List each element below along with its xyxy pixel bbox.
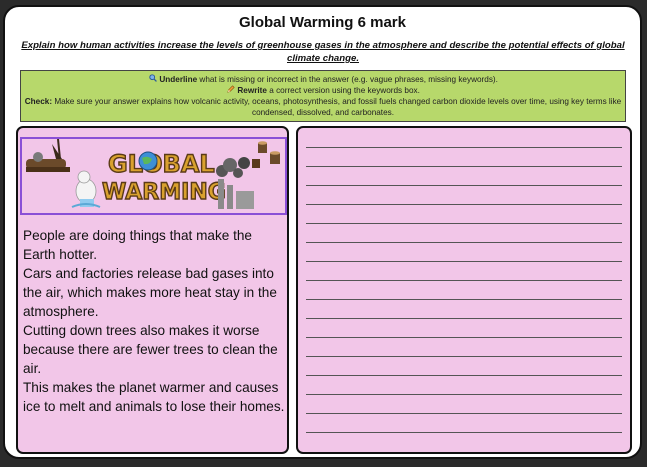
writing-line[interactable] xyxy=(306,242,622,243)
writing-line[interactable] xyxy=(306,375,622,376)
writing-line[interactable] xyxy=(306,299,622,300)
banner-word-global: GLOBAL xyxy=(108,150,215,178)
rewrite-label: Rewrite xyxy=(237,86,267,95)
answer-panel: GLOBAL WARMING People are doing things t… xyxy=(16,126,289,454)
instruction-underline: Underline what is missing or incorrect i… xyxy=(21,74,625,85)
writing-line[interactable] xyxy=(306,394,622,395)
question-prompt: Explain how human activities increase th… xyxy=(21,40,625,64)
check-text: Make sure your answer explains how volca… xyxy=(52,97,622,117)
banner-word-warming: WARMING xyxy=(102,180,226,205)
factory-icon xyxy=(216,157,254,209)
writing-line[interactable] xyxy=(306,337,622,338)
magnifier-icon xyxy=(148,74,157,85)
rewrite-panel[interactable] xyxy=(296,126,632,454)
writing-line[interactable] xyxy=(306,166,622,167)
underline-text: what is missing or incorrect in the answ… xyxy=(197,75,498,84)
global-warming-banner: GLOBAL WARMING xyxy=(20,137,287,215)
polar-bear-icon xyxy=(71,170,101,208)
writing-line[interactable] xyxy=(306,413,622,414)
pencil-icon xyxy=(226,85,235,96)
writing-line[interactable] xyxy=(306,280,622,281)
answer-paragraph: This makes the planet warmer and causes … xyxy=(23,380,285,414)
writing-line[interactable] xyxy=(306,261,622,262)
sample-answer: People are doing things that make the Ea… xyxy=(23,226,287,416)
answer-paragraph: Cars and factories release bad gases int… xyxy=(23,266,277,319)
check-label: Check: xyxy=(24,97,53,106)
answer-paragraph: Cutting down trees also makes it worse b… xyxy=(23,323,278,376)
log-icon xyxy=(26,139,70,172)
underline-label: Underline xyxy=(159,75,198,84)
rewrite-text: a correct version using the keywords box… xyxy=(266,86,420,95)
writing-line[interactable] xyxy=(306,318,622,319)
worksheet: Global Warming 6 mark Explain how human … xyxy=(3,5,642,459)
answer-paragraph: People are doing things that make the Ea… xyxy=(23,228,252,262)
writing-line[interactable] xyxy=(306,356,622,357)
worksheet-title: Global Warming 6 mark xyxy=(239,14,406,31)
instruction-check: Check: Make sure your answer explains ho… xyxy=(21,96,625,118)
writing-line[interactable] xyxy=(306,185,622,186)
instructions-box: Underline what is missing or incorrect i… xyxy=(20,70,626,122)
writing-line[interactable] xyxy=(306,432,622,433)
writing-line[interactable] xyxy=(306,223,622,224)
writing-line[interactable] xyxy=(306,204,622,205)
tree-stump-icon xyxy=(252,141,280,168)
banner-title: GLOBAL WARMING xyxy=(101,149,226,205)
writing-line[interactable] xyxy=(306,147,622,148)
instruction-rewrite: Rewrite a correct version using the keyw… xyxy=(21,85,625,96)
global-warming-illustration: GLOBAL WARMING xyxy=(26,139,280,209)
